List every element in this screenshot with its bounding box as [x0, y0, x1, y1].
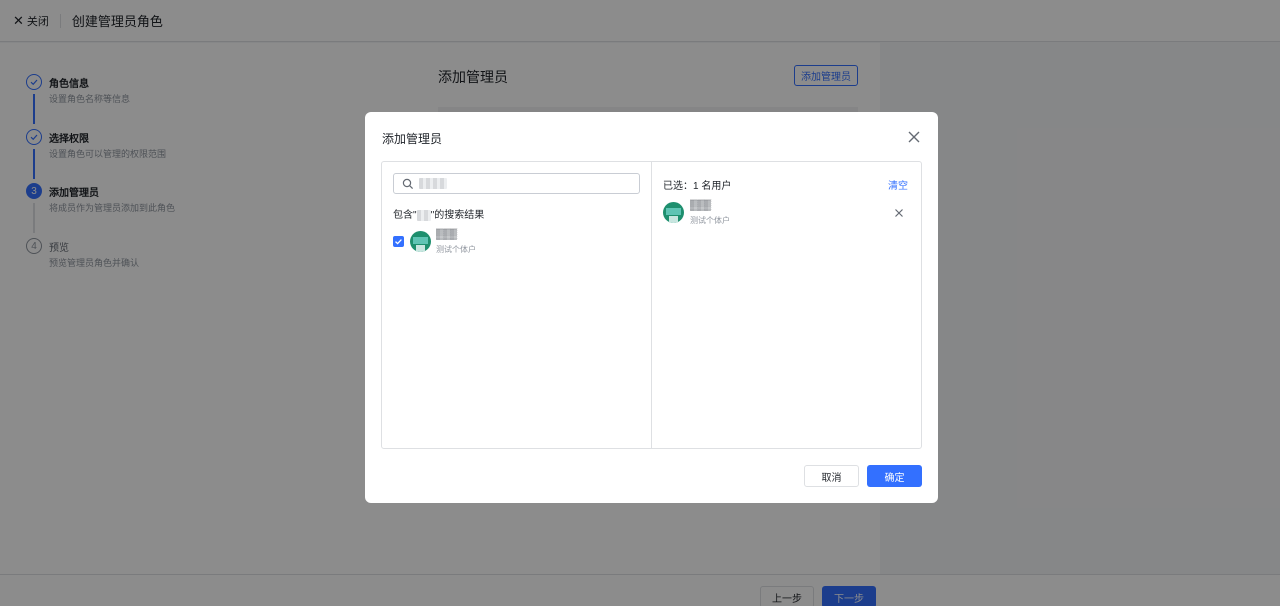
avatar [663, 202, 684, 223]
remove-icon[interactable] [894, 207, 904, 217]
search-icon [402, 178, 414, 189]
result-label-suffix: "的搜索结果 [430, 210, 485, 221]
cancel-button[interactable]: 取消 [804, 465, 859, 487]
member-picker: ▒▒▒▒ 包含"▒▒"的搜索结果 ▒▒▒ 测试个体户 已选：1 名用户 清空 ▒… [381, 161, 922, 449]
user-org: 测试个体户 [436, 245, 476, 254]
user-org: 测试个体户 [690, 216, 730, 225]
confirm-button[interactable]: 确定 [867, 465, 922, 487]
user-name: ▒▒▒ [436, 229, 458, 240]
add-admin-dialog: 添加管理员 ▒▒▒▒ 包含"▒▒"的搜索结果 ▒▒▒ 测试个体户 已选：1 名用… [365, 112, 938, 503]
selected-item: ▒▒▒ 测试个体户 [663, 200, 910, 228]
user-name: ▒▒▒ [690, 200, 712, 211]
search-result-label: 包含"▒▒"的搜索结果 [393, 206, 484, 221]
search-value: ▒▒▒▒ [419, 178, 448, 189]
result-label-query: ▒▒ [416, 210, 431, 221]
result-label-prefix: 包含" [393, 210, 417, 221]
checkbox[interactable] [393, 236, 404, 247]
clear-button[interactable]: 清空 [888, 177, 908, 192]
close-icon[interactable] [906, 129, 922, 145]
avatar [410, 231, 431, 252]
dialog-title: 添加管理员 [382, 132, 443, 146]
panel-divider [651, 162, 652, 448]
list-item[interactable]: ▒▒▒ 测试个体户 [393, 229, 640, 257]
check-icon [395, 239, 402, 245]
selected-count: 已选：1 名用户 [663, 181, 732, 192]
search-input[interactable]: ▒▒▒▒ [393, 173, 640, 194]
